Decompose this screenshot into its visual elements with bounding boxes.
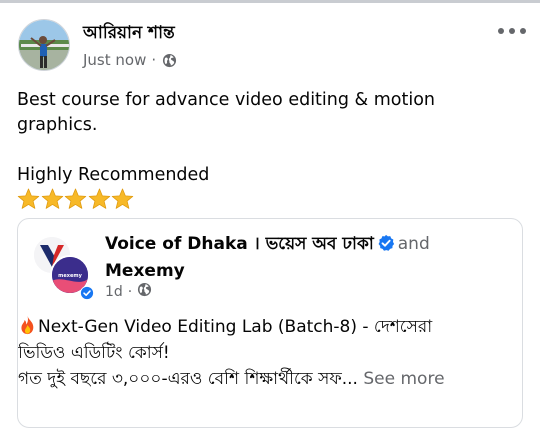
globe-icon[interactable] [137, 282, 152, 301]
fire-emoji-icon [18, 315, 37, 335]
shared-text-line1: Next-Gen Video Editing Lab (Batch-8) - দ… [38, 317, 433, 337]
star-icon [64, 188, 87, 209]
star-icon [17, 188, 40, 209]
top-divider [0, 0, 540, 3]
shared-page-names: Voice of Dhaka । ভয়েস অব ঢাকা and Mexemy [105, 231, 515, 285]
page-name-mexemy[interactable]: Mexemy [105, 261, 185, 281]
star-icon [111, 188, 134, 209]
post-timestamp[interactable]: Just now [83, 51, 146, 69]
shared-post-meta: 1d · [105, 282, 152, 301]
star-rating [17, 188, 497, 210]
post-text-line: Best course for advance video editing & … [17, 90, 436, 110]
verified-badge-icon [377, 234, 395, 252]
post-text-line: graphics. [17, 115, 98, 135]
shared-text-line2: ভিডিও এডিটিং কোর্স! [18, 343, 170, 363]
see-more-link[interactable]: See more [363, 369, 444, 389]
shared-post-time[interactable]: 1d [105, 284, 123, 300]
shared-text-line: Next-Gen Video Editing Lab (Batch-8) - দ… [18, 314, 524, 340]
shared-text-line: গত দুই বছরে ৩,০০০-এরও বেশি শিক্ষার্থীকে … [18, 366, 524, 392]
author-avatar[interactable] [18, 19, 70, 71]
more-options-icon[interactable] [498, 24, 526, 38]
post-text-line: Highly Recommended [17, 165, 210, 185]
verified-badge-icon [80, 285, 94, 300]
star-icon [41, 188, 63, 209]
shared-post-text: Next-Gen Video Editing Lab (Batch-8) - দ… [18, 314, 524, 392]
meta-separator: · [151, 51, 157, 69]
star-icon [88, 188, 110, 209]
shared-text-line3: গত দুই বছরে ৩,০০০-এরও বেশি শিক্ষার্থীকে … [18, 369, 358, 389]
meta-separator: · [127, 283, 133, 300]
post-body: Best course for advance video editing & … [17, 88, 497, 210]
shared-post-card[interactable]: mexemy Voice of Dhaka । ভয়েস অব ঢাকা and… [17, 218, 523, 428]
author-name[interactable]: আরিয়ান শান্ত [83, 20, 175, 48]
and-text: and [397, 234, 430, 254]
post-meta: Just now · [83, 51, 177, 69]
page-name-voice-of-dhaka[interactable]: Voice of Dhaka । ভয়েস অব ঢাকা [105, 234, 374, 254]
shared-page-avatars: mexemy [34, 237, 96, 300]
globe-icon[interactable] [162, 53, 177, 68]
svg-text:mexemy: mexemy [58, 273, 82, 279]
